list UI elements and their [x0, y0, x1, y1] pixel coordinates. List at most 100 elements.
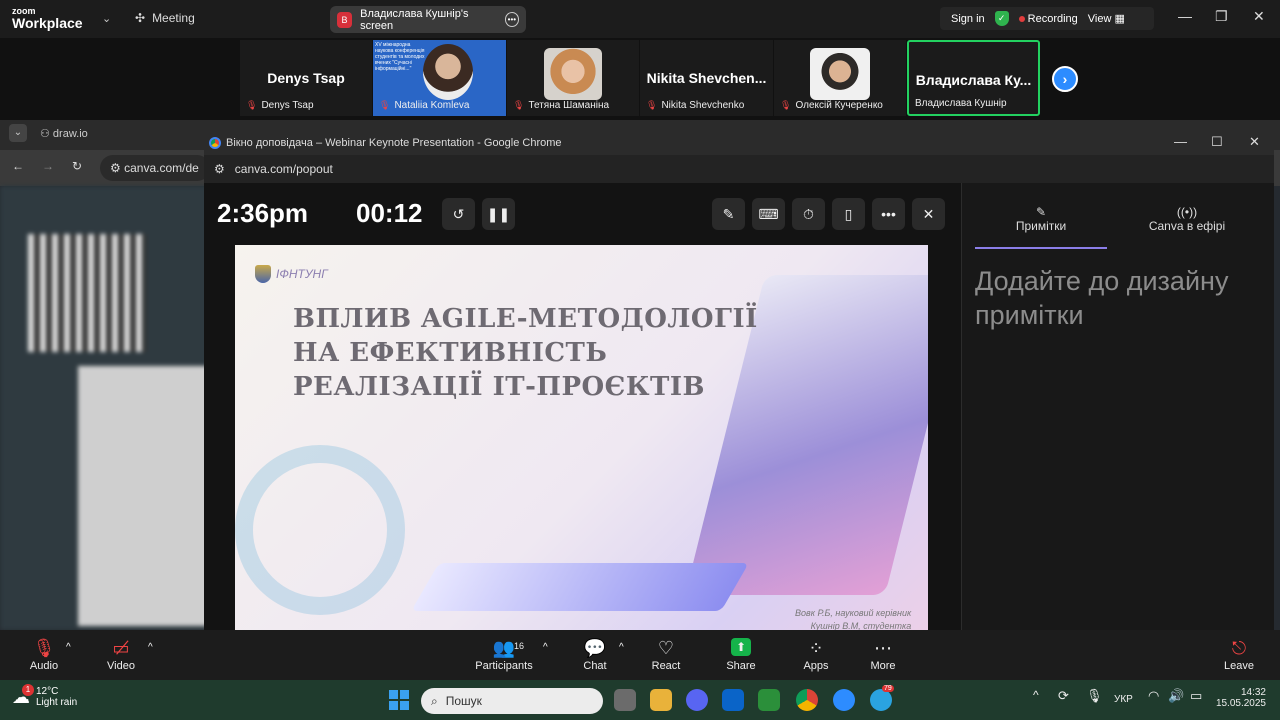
broadcast-icon: ((•))	[1176, 205, 1198, 219]
gear-decoration	[235, 445, 405, 615]
remote-control-button[interactable]: ▯	[832, 198, 865, 230]
maximize-icon[interactable]: ☐	[1211, 134, 1223, 150]
start-button[interactable]	[389, 690, 409, 710]
pause-button[interactable]: ❚❚	[482, 198, 515, 230]
sharer-avatar: B	[337, 11, 353, 28]
battery-icon[interactable]: ▭	[1190, 688, 1202, 704]
video-button[interactable]: ▭̸ Video	[104, 638, 138, 672]
volume-icon[interactable]: 🔊	[1168, 688, 1184, 704]
file-explorer-icon[interactable]	[650, 689, 672, 711]
video-options-chevron-icon[interactable]: ^	[148, 642, 153, 653]
shield-icon[interactable]: ✓	[994, 11, 1009, 26]
more-options-icon[interactable]: •••	[504, 12, 519, 27]
video-off-icon: ▭̸	[112, 638, 130, 658]
participant-avatar	[544, 48, 602, 100]
chevron-down-icon[interactable]: ⌄	[102, 12, 111, 25]
close-icon: ✕	[922, 205, 935, 222]
notes-icon: ✎	[1035, 205, 1047, 219]
chrome-icon[interactable]	[796, 689, 818, 711]
slide-title: ВПЛИВ AGILE-МЕТОДОЛОГІЇ НА ЕФЕКТИВНІСТЬ …	[293, 304, 758, 402]
forward-icon[interactable]: →	[42, 159, 54, 173]
slide-caption: Вовк Р.Б, науковий керівник Кушнір В.М, …	[795, 608, 912, 630]
muted-mic-icon: 🎙	[246, 100, 258, 110]
tab-list-icon[interactable]: ⌄	[9, 124, 27, 142]
tab-notes[interactable]: ✎ Примітки	[975, 205, 1107, 233]
current-slide: ІФНТУНГ ВПЛИВ AGILE-МЕТОДОЛОГІЇ НА ЕФЕКТ…	[235, 245, 928, 630]
university-crest-icon	[255, 265, 271, 283]
clock[interactable]: 14:32 15.05.2025	[1214, 687, 1266, 709]
more-button[interactable]: ⋯ More	[867, 638, 899, 672]
keyboard-shortcuts-button[interactable]: ⌨	[752, 198, 785, 230]
timer-button[interactable]: ⏱	[792, 198, 825, 230]
chat-button[interactable]: 💬 Chat	[580, 638, 610, 672]
outlook-icon[interactable]	[722, 689, 744, 711]
current-time: 2:36pm	[217, 198, 309, 228]
zoom-taskbar-icon[interactable]	[833, 689, 855, 711]
remote-icon: ▯	[844, 205, 853, 222]
restore-icon[interactable]: ❐	[1215, 8, 1228, 25]
participants-chevron-icon[interactable]: ^	[543, 642, 548, 653]
minimize-icon[interactable]: —	[1174, 134, 1187, 149]
record-dot-icon	[1018, 15, 1025, 22]
meeting-button[interactable]: ✣ Meeting	[135, 11, 195, 25]
store-icon[interactable]	[758, 689, 780, 711]
more-horizontal-icon: •••	[881, 206, 896, 222]
participant-tile[interactable]: Nikita Shevchen... 🎙 Nikita Shevchenko	[640, 40, 773, 116]
taskbar-search[interactable]: ⌕ Пошук	[421, 688, 603, 714]
participant-tile[interactable]: 🎙 Олексій Кучеренко	[774, 40, 906, 116]
microphone-icon[interactable]: 🎙	[1086, 688, 1103, 704]
language-indicator[interactable]: УКР	[1114, 694, 1133, 705]
close-icon[interactable]: ✕	[1249, 134, 1260, 150]
share-button[interactable]: ⬆ Share	[725, 638, 757, 672]
reset-timer-button[interactable]: ↺	[442, 198, 475, 230]
apps-button[interactable]: ⁘ Apps	[800, 638, 832, 672]
participant-tile[interactable]: XV міжнародна наукова конференція студен…	[373, 40, 506, 116]
popup-title-bar: Вікно доповідача – Webinar Keynote Prese…	[204, 130, 1274, 155]
windows-icon	[389, 690, 398, 699]
popup-url[interactable]: canva.com/popout	[235, 162, 333, 176]
sync-icon[interactable]: ⟳	[1058, 688, 1069, 704]
telegram-icon[interactable]: 79	[870, 685, 894, 711]
notes-empty-message: Додайте до дизайну примітки	[975, 266, 1229, 330]
participant-tile[interactable]: 🎙 Тетяна Шаманіна	[507, 40, 639, 116]
react-button[interactable]: ♡ React	[650, 638, 682, 672]
elapsed-timer: 00:12	[356, 198, 423, 228]
meeting-controls: 🎙 Audio ^ ▭̸ Video ^ 👥 16 Participants ^…	[0, 630, 1280, 680]
slide-logo: ІФНТУНГ	[255, 265, 328, 283]
bg-tab[interactable]: ⚇ draw.io	[40, 127, 88, 140]
reload-icon[interactable]: ↻	[72, 159, 82, 173]
close-presenter-button[interactable]: ✕	[912, 198, 945, 230]
site-settings-icon[interactable]: ⚙	[214, 162, 225, 176]
next-page-button[interactable]: ›	[1052, 66, 1078, 92]
audio-options-chevron-icon[interactable]: ^	[66, 642, 71, 653]
discord-icon[interactable]	[686, 689, 708, 711]
apps-icon: ⁘	[808, 638, 824, 658]
participants-button[interactable]: 👥 16 Participants	[474, 638, 534, 672]
participant-tile[interactable]: Denys Tsap 🎙 Denys Tsap	[240, 40, 372, 116]
more-circle-icon: ⋯	[874, 638, 892, 658]
audio-button[interactable]: 🎙 Audio	[28, 638, 60, 672]
weather-widget[interactable]: ☁ 1 12°C Light rain	[12, 683, 77, 708]
presenter-popup-window: Вікно доповідача – Webinar Keynote Prese…	[204, 130, 1274, 630]
close-icon[interactable]: ✕	[1253, 8, 1265, 25]
tab-canva-live[interactable]: ((•)) Canva в ефірі	[1122, 205, 1252, 233]
task-view-icon[interactable]	[614, 689, 636, 711]
grid-icon: ▦	[1114, 13, 1125, 25]
minimize-icon[interactable]: —	[1178, 8, 1192, 24]
heart-icon: ♡	[657, 638, 675, 658]
leave-button[interactable]: ⎋ Leave	[1223, 638, 1255, 672]
more-button[interactable]: •••	[872, 198, 905, 230]
tray-chevron-up-icon[interactable]: ^	[1033, 688, 1039, 702]
wifi-icon[interactable]: ◠	[1148, 688, 1159, 704]
view-button[interactable]: View ▦	[1088, 12, 1125, 25]
recording-indicator[interactable]: Recording	[1018, 13, 1078, 25]
sign-in-button[interactable]: Sign in	[951, 13, 985, 25]
participant-avatar	[810, 48, 870, 100]
participant-tile-active-speaker[interactable]: Владислава Ку... Владислава Кушнір	[907, 40, 1040, 116]
muted-mic-icon: 🎙	[780, 100, 792, 110]
chat-chevron-icon[interactable]: ^	[619, 642, 624, 653]
draw-button[interactable]: ✎	[712, 198, 745, 230]
screen-share-pill[interactable]: B Владислава Кушнір's screen •••	[330, 6, 526, 33]
back-icon[interactable]: ←	[12, 159, 24, 173]
bg-url-field[interactable]: ⚙ canva.com/de	[100, 155, 210, 181]
